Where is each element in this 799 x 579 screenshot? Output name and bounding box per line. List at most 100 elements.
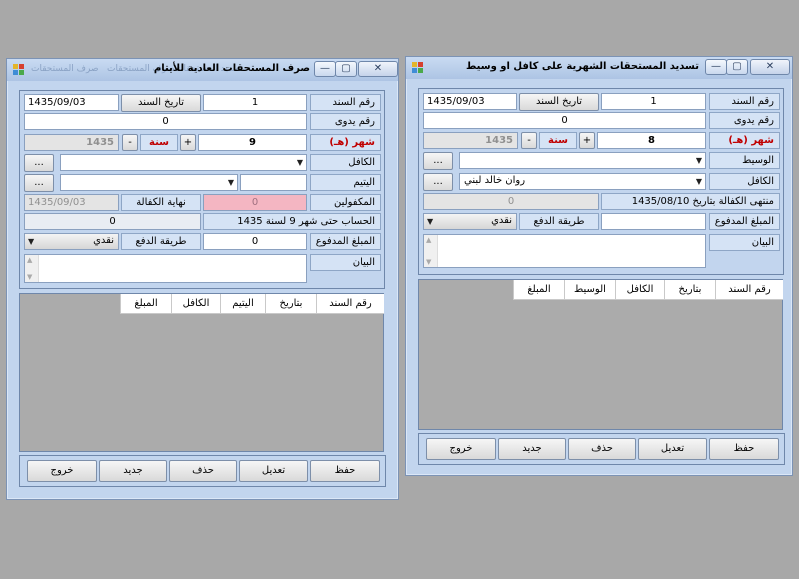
chevron-down-icon: ▼ [695, 177, 702, 186]
minimize-icon: — [711, 61, 721, 72]
sponsor-browse-button[interactable]: ... [423, 173, 453, 191]
voucher-date-field[interactable]: 1435/09/03 [24, 94, 119, 111]
records-grid[interactable]: رقم السند بتاريخ اليتيم الكافل المبلغ [19, 293, 384, 452]
voucher-no-label: رقم السند [709, 93, 780, 110]
app-icon [412, 62, 424, 74]
edit-button[interactable]: تعديل [638, 438, 707, 460]
manual-no-label: رقم يدوى [310, 113, 381, 130]
scroll-down-icon[interactable]: ▼ [27, 273, 32, 281]
orphan-extra-field[interactable] [240, 174, 307, 191]
grid-column-header[interactable]: رقم السند [715, 280, 783, 299]
voucher-no-field[interactable]: 1 [601, 93, 706, 110]
grid-header: رقم السند بتاريخ اليتيم الكافل المبلغ [120, 294, 384, 314]
voucher-date-button[interactable]: تاريخ السند [121, 94, 201, 112]
grid-column-header[interactable]: اليتيم [220, 294, 265, 313]
delete-button[interactable]: حذف [169, 460, 237, 482]
chevron-down-icon: ▼ [28, 237, 35, 246]
maximize-icon: ▢ [732, 61, 742, 72]
close-icon: ✕ [765, 61, 775, 72]
year-minus-button[interactable]: - [521, 132, 537, 149]
payment-method-dropdown[interactable]: ▼ نقدي [423, 213, 517, 230]
exit-button[interactable]: خروج [27, 460, 97, 482]
statement-textarea[interactable]: ▲ ▼ [423, 234, 706, 268]
maximize-button[interactable]: ▢ [726, 59, 748, 75]
payment-method-dropdown[interactable]: ▼ نقدي [24, 233, 119, 250]
manual-no-field[interactable]: 0 [423, 112, 706, 129]
voucher-no-label: رقم السند [310, 94, 381, 111]
grid-column-header[interactable]: بتاريخ [265, 294, 316, 313]
delete-button[interactable]: حذف [568, 438, 636, 460]
scroll-up-icon[interactable]: ▲ [27, 256, 32, 264]
right-window: تسديد المستحقات الشهرية على كافل او وسيط… [405, 56, 793, 476]
scroll-down-icon[interactable]: ▼ [426, 258, 431, 266]
records-grid[interactable]: رقم السند بتاريخ الكافل الوسيط المبلغ [418, 279, 783, 430]
close-button[interactable]: ✕ [750, 59, 790, 75]
orphan-dropdown[interactable]: ▼ [60, 174, 238, 191]
grid-column-header[interactable]: رقم السند [316, 294, 384, 313]
manual-no-field[interactable]: 0 [24, 113, 307, 130]
sponsor-dropdown[interactable]: ▼ [60, 154, 307, 171]
voucher-no-field[interactable]: 1 [203, 94, 307, 111]
left-titlebar[interactable]: صرف المستحقات صرف المستحقات تسديد المستح… [7, 59, 398, 81]
month-field[interactable]: 9 [198, 134, 307, 151]
app-icon [13, 64, 25, 76]
month-label: شهر (هـ) [310, 134, 381, 151]
sponsor-dropdown[interactable]: ▼ روان خالد لبني [459, 173, 706, 190]
grid-column-header[interactable]: بتاريخ [664, 280, 715, 299]
chevron-down-icon: ▼ [427, 217, 434, 226]
month-field[interactable]: 8 [597, 132, 706, 149]
close-button[interactable]: ✕ [358, 61, 398, 77]
sponsorship-end-field: 0 [423, 193, 599, 210]
grid-column-header[interactable]: الكافل [171, 294, 220, 313]
new-button[interactable]: جديد [498, 438, 566, 460]
scroll-up-icon[interactable]: ▲ [426, 236, 431, 244]
sponsorship-end-field: 1435/09/03 [24, 194, 119, 211]
year-label: سنة [140, 134, 178, 151]
year-field: 1435 [423, 132, 518, 149]
sponsored-field: 0 [203, 194, 307, 211]
grid-column-header[interactable]: المبلغ [120, 294, 171, 313]
grid-column-header[interactable]: الكافل [615, 280, 664, 299]
minimize-button[interactable]: — [314, 61, 336, 77]
minimize-button[interactable]: — [705, 59, 727, 75]
month-plus-button[interactable]: + [180, 134, 196, 151]
exit-button[interactable]: خروج [426, 438, 496, 460]
sponsorship-end-label: نهاية الكفالة [121, 194, 201, 211]
window-title: صرف المستحقات العادية للأيتام [153, 63, 310, 74]
payment-method-label: طريقة الدفع [519, 213, 599, 230]
chevron-down-icon: ▼ [695, 156, 702, 165]
orphan-browse-button[interactable]: ... [24, 174, 54, 192]
voucher-date-button[interactable]: تاريخ السند [519, 93, 599, 111]
intermediary-dropdown[interactable]: ▼ [459, 152, 706, 169]
save-button[interactable]: حفظ [310, 460, 380, 482]
chevron-down-icon: ▼ [227, 178, 234, 187]
edit-button[interactable]: تعديل [239, 460, 308, 482]
save-button[interactable]: حفظ [709, 438, 779, 460]
ghost-tab: صرف المستحقات [31, 64, 99, 74]
form-panel: رقم السند 1 تاريخ السند 1435/09/03 رقم ي… [19, 90, 385, 289]
month-plus-button[interactable]: + [579, 132, 595, 149]
right-titlebar[interactable]: تسديد المستحقات الشهرية على كافل او وسيط… [406, 57, 792, 79]
sponsor-label: الكافل [709, 173, 780, 190]
year-minus-button[interactable]: - [122, 134, 138, 151]
paid-amount-field[interactable] [601, 213, 706, 230]
account-value-field: 0 [24, 213, 201, 230]
maximize-button[interactable]: ▢ [335, 61, 357, 77]
voucher-date-field[interactable]: 1435/09/03 [423, 93, 517, 110]
paid-amount-label: المبلغ المدفوع [310, 233, 381, 250]
year-label: سنة [539, 132, 577, 149]
intermediary-browse-button[interactable]: ... [423, 152, 453, 170]
paid-amount-field[interactable]: 0 [203, 233, 307, 250]
grid-column-header[interactable]: المبلغ [513, 280, 564, 299]
sponsor-browse-button[interactable]: ... [24, 154, 54, 172]
statement-scrollbar[interactable]: ▲ ▼ [424, 235, 438, 267]
grid-column-header[interactable]: الوسيط [564, 280, 615, 299]
chevron-down-icon: ▼ [296, 158, 303, 167]
sponsored-label: المكفولين [310, 194, 381, 211]
statement-label: البيان [310, 254, 381, 271]
left-window: صرف المستحقات صرف المستحقات تسديد المستح… [6, 58, 399, 500]
statement-textarea[interactable]: ▲ ▼ [24, 254, 307, 283]
statement-scrollbar[interactable]: ▲ ▼ [25, 255, 39, 282]
manual-no-label: رقم يدوى [709, 112, 780, 129]
new-button[interactable]: جديد [99, 460, 167, 482]
